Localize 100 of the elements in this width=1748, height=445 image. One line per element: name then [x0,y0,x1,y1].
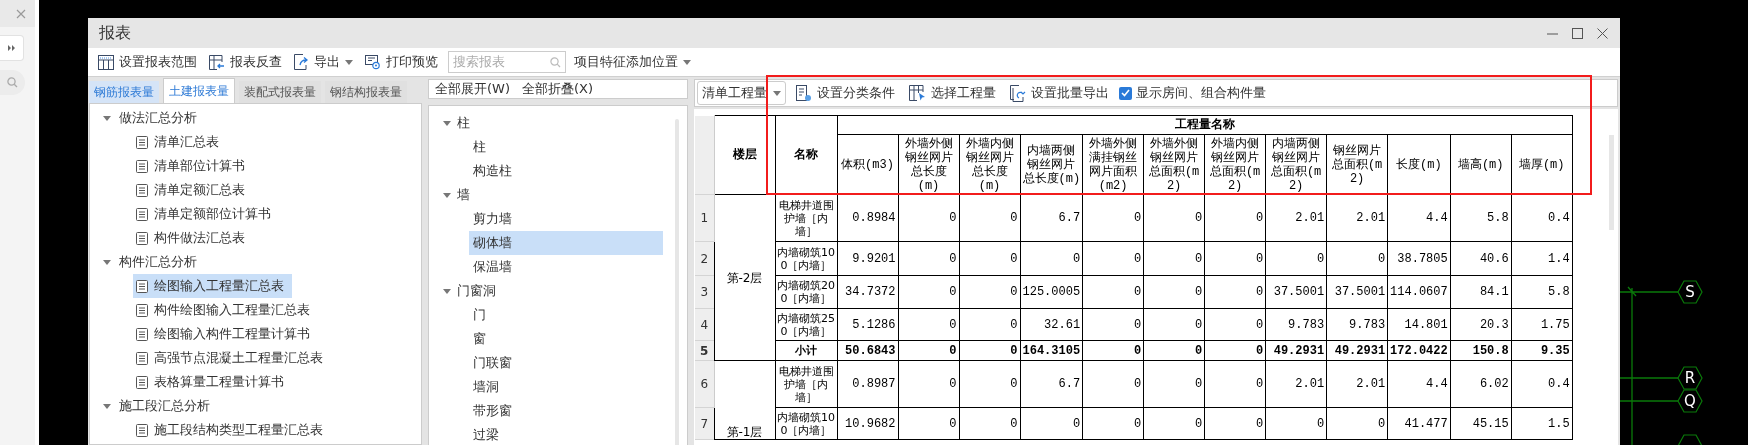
caret-icon [443,192,451,198]
tree-item[interactable]: 过梁 [469,423,663,445]
tree-item[interactable]: 剪力墙 [469,207,663,231]
tree-item[interactable]: 构件绘图输入工程量汇总表 [133,298,318,322]
axis-line [1620,291,1679,293]
caret-icon [103,115,111,121]
tree-item[interactable]: 柱 [469,135,663,159]
report-tab[interactable]: 装配式报表量 [239,81,321,103]
tree-group[interactable]: 门窗洞 [429,279,671,303]
tree-item[interactable]: 构件做法汇总表 [133,226,253,250]
toolbar-button[interactable]: 设置批量导出 [1006,81,1113,105]
tree-action-link[interactable]: 全部折叠(X) [522,80,594,98]
table-cell: 0 [1082,308,1144,341]
table-cell: 0 [1204,275,1266,309]
document-icon [136,231,148,245]
toolbar-button[interactable]: 设置分类条件 [792,81,899,105]
row-number: 2 [695,241,714,276]
tree-item[interactable]: 绘图输入构件工程量计算书 [133,322,318,346]
table-cell: 37.5001 [1326,275,1388,309]
menu-button[interactable]: 导出 [290,50,357,74]
row-number: 1 [695,194,714,242]
table-arrow-icon [209,54,225,70]
search-button[interactable] [0,70,25,95]
table-cell: 0 [1020,241,1083,276]
window-title: 报表 [99,22,132,44]
report-tab[interactable]: 钢筋报表量 [89,81,159,103]
document-icon [136,423,148,437]
table-cell: 0 [1082,275,1144,309]
table-cell: 84.1 [1450,275,1512,309]
table-cell: 20.3 [1450,308,1512,341]
document-icon [136,375,148,389]
tree-item[interactable]: 绘图输入工程量汇总表 [133,274,292,298]
table-cell: 0.8987 [837,360,898,408]
search-icon [550,56,561,68]
table-cell: 0 [959,340,1020,361]
table-cursor-icon [909,85,926,101]
list-settings-icon [796,84,812,102]
name-cell: 内墙砌筑250［内墙］ [775,308,837,341]
tree-group[interactable]: 柱 [429,111,671,135]
row-number: 4 [695,308,714,341]
toolbar-button[interactable]: 选择工程量 [905,81,1000,105]
document-icon [136,303,148,317]
table-cell: 0 [898,360,959,408]
name-cell: 电梯井道围护墙［内墙］ [775,194,837,242]
quantity-dropdown[interactable]: 清单工程量 [697,81,786,105]
tree-item[interactable]: 砌体墙 [469,231,663,255]
tree-group[interactable]: 构件汇总分析 [90,250,421,274]
report-tab[interactable]: 钢结构报表量 [325,81,407,103]
tree-item[interactable]: 门 [469,303,663,327]
table-cell: 2.01 [1265,360,1327,408]
table-cell: 0 [1082,241,1144,276]
tree-item[interactable]: 清单部位计算书 [133,154,253,178]
tree-item[interactable]: 清单汇总表 [133,130,227,154]
menu-button[interactable]: 项目特征添加位置 [570,50,695,74]
table-cell: 0 [1143,308,1205,341]
tree-group[interactable]: 施工段汇总分析 [90,394,421,418]
close-icon[interactable] [1597,27,1608,39]
tree-item[interactable]: 施工段结构类型工程量汇总表 [133,418,331,442]
table-cell: 1.5 [1511,407,1573,440]
column-header: 内墙两侧钢丝网片总长度(m) [1020,134,1083,195]
tree-item[interactable]: 清单定额汇总表 [133,178,253,202]
print-preview-icon [365,54,381,70]
table-cell: 49.2931 [1265,340,1327,361]
tree-item[interactable]: 表格算量工程量计算书 [133,370,292,394]
tree-item[interactable]: 带形窗 [469,399,663,423]
tree-item[interactable]: 高强节点混凝土工程量汇总表 [133,346,331,370]
table-cell: 0 [898,407,959,440]
tree-item[interactable]: 保温墙 [469,255,663,279]
tree-item[interactable]: 窗 [469,327,663,351]
table-cell: 5.1286 [837,308,898,341]
maximize-icon[interactable] [1572,27,1583,39]
table-cell: 9.9201 [837,241,898,276]
table-cell: 2.01 [1326,360,1388,408]
report-tab[interactable]: 土建报表量 [163,78,235,103]
checkbox-label: 显示房间、组合构件量 [1136,84,1266,102]
table-cell: 2.01 [1326,194,1388,242]
tree-item[interactable]: 门联窗 [469,351,663,375]
tree-group[interactable]: 墙 [429,183,671,207]
tree-item[interactable]: 墙洞 [469,375,663,399]
table-cell: 0 [898,241,959,276]
table-cell: 5.8 [1511,275,1573,309]
tree-action-link[interactable]: 全部展开(W) [435,80,510,98]
expand-button[interactable] [0,35,24,61]
name-cell: 内墙砌筑100［内墙］ [775,241,837,276]
tree-item[interactable]: 构造柱 [469,159,663,183]
table-cell: 0.8984 [837,194,898,242]
toolbar-button[interactable]: 报表反查 [205,50,286,74]
group-header: 工程量名称 [837,115,1573,135]
table-cell: 9.783 [1265,308,1327,341]
table-cell: 0 [959,275,1020,309]
checkbox[interactable] [1119,86,1132,100]
caret-icon [773,90,781,96]
table-cell: 1.4 [1511,241,1573,276]
tree-item[interactable]: 清单定额部位计算书 [133,202,279,226]
document-icon [136,183,148,197]
caret-icon [103,259,111,265]
tree-group[interactable]: 做法汇总分析 [90,106,421,130]
toolbar-button[interactable]: 设置报表范围 [94,50,201,74]
toolbar-button[interactable]: 打印预览 [361,50,442,74]
caret-icon [103,403,111,409]
